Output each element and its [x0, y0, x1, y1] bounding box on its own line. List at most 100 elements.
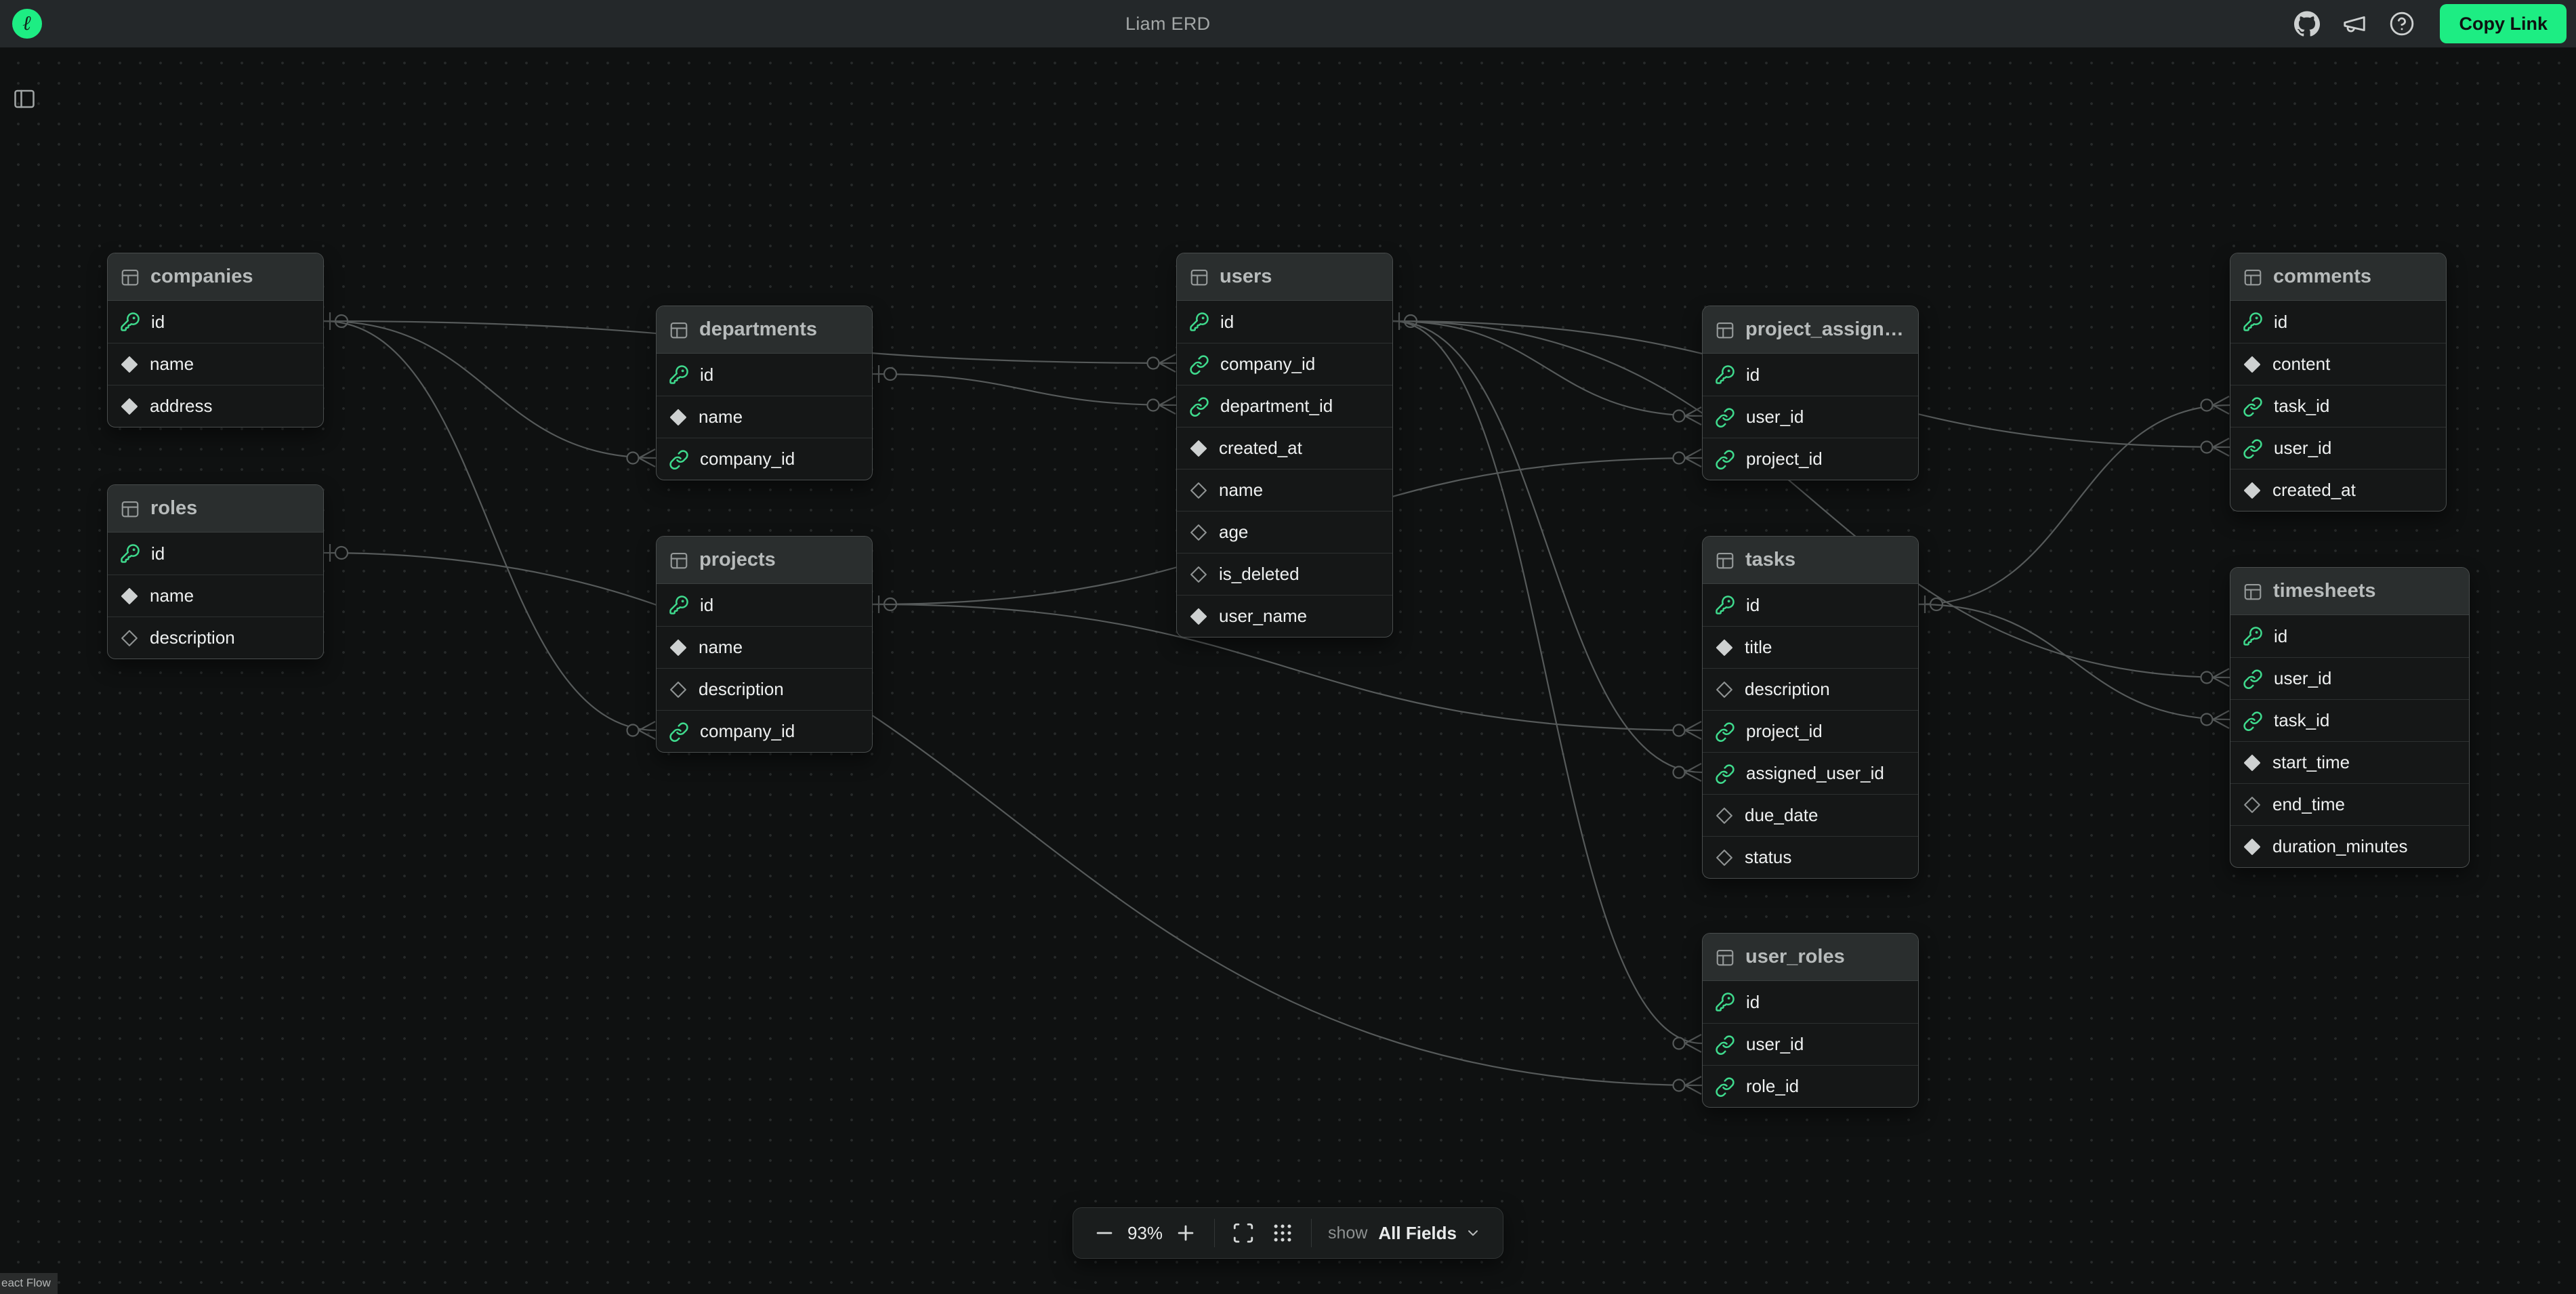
tidy-up-icon[interactable]: [1268, 1218, 1297, 1248]
field-row-name[interactable]: name: [657, 396, 872, 438]
field-row-description[interactable]: description: [108, 617, 323, 659]
field-name: status: [1745, 847, 1791, 868]
field-row-id[interactable]: id: [1703, 354, 1918, 396]
toolbar-divider: [1214, 1219, 1215, 1247]
field-row-company_id[interactable]: company_id: [1177, 343, 1392, 385]
field-row-task_id[interactable]: task_id: [2230, 385, 2446, 427]
field-row-created_at[interactable]: created_at: [1177, 427, 1392, 469]
table-header[interactable]: project_assignme…: [1703, 306, 1918, 354]
table-node-user_roles[interactable]: user_rolesiduser_id role_id: [1702, 933, 1919, 1108]
field-name: company_id: [700, 448, 795, 469]
field-row-department_id[interactable]: department_id: [1177, 385, 1392, 427]
field-row-project_id[interactable]: project_id: [1703, 438, 1918, 480]
field-row-id[interactable]: id: [1703, 981, 1918, 1023]
field-row-role_id[interactable]: role_id: [1703, 1065, 1918, 1107]
field-row-id[interactable]: id: [2230, 615, 2469, 657]
field-row-company_id[interactable]: company_id: [657, 438, 872, 480]
field-name: end_time: [2272, 794, 2345, 815]
link-icon: [1189, 396, 1209, 417]
table-header[interactable]: comments: [2230, 253, 2446, 301]
diamond-filled-icon: [2243, 481, 2262, 500]
table-node-comments[interactable]: commentsidcontenttask_iduser_idcreated_a…: [2230, 253, 2447, 512]
table-node-departments[interactable]: departmentsid name company_id: [656, 306, 873, 480]
field-row-user_id[interactable]: user_id: [2230, 427, 2446, 469]
diamond-outline-icon: [1715, 806, 1734, 825]
table-header[interactable]: users: [1177, 253, 1392, 301]
field-row-end_time[interactable]: end_time: [2230, 783, 2469, 825]
field-row-duration_minutes[interactable]: duration_minutes: [2230, 825, 2469, 867]
link-icon: [2243, 438, 2263, 459]
field-row-id[interactable]: id: [657, 584, 872, 626]
field-row-created_at[interactable]: created_at: [2230, 469, 2446, 511]
copy-link-button[interactable]: Copy Link: [2440, 4, 2567, 43]
table-node-timesheets[interactable]: timesheetsiduser_idtask_idstart_time end_…: [2230, 567, 2470, 868]
field-name: assigned_user_id: [1746, 763, 1884, 784]
field-row-address[interactable]: address: [108, 385, 323, 427]
erd-canvas-background[interactable]: [0, 47, 2576, 1294]
field-row-title[interactable]: title: [1703, 626, 1918, 668]
link-icon: [1715, 722, 1735, 742]
sidebar-toggle-icon[interactable]: [12, 87, 37, 114]
table-header[interactable]: timesheets: [2230, 568, 2469, 615]
table-node-tasks[interactable]: tasks idtitle description project_idassigne…: [1702, 536, 1919, 879]
field-row-age[interactable]: age: [1177, 511, 1392, 553]
table-node-projects[interactable]: projectsidnamedescriptioncompany_id: [656, 536, 873, 753]
table-header[interactable]: tasks: [1703, 537, 1918, 584]
table-node-roles[interactable]: roles id name description: [107, 484, 324, 659]
field-row-description[interactable]: description: [1703, 668, 1918, 710]
fit-view-icon[interactable]: [1228, 1218, 1258, 1248]
field-row-user_name[interactable]: user_name: [1177, 595, 1392, 637]
table-header[interactable]: roles: [108, 485, 323, 533]
help-icon[interactable]: [2388, 10, 2415, 37]
table-node-users[interactable]: usersidcompany_iddepartment_id created_at…: [1176, 253, 1393, 638]
field-row-id[interactable]: id: [2230, 301, 2446, 343]
link-icon: [669, 722, 689, 742]
field-row-id[interactable]: id: [1177, 301, 1392, 343]
table-name: roles: [150, 497, 197, 520]
field-row-user_id[interactable]: user_id: [1703, 396, 1918, 438]
field-name: role_id: [1746, 1076, 1799, 1097]
field-row-due_date[interactable]: due_date: [1703, 794, 1918, 836]
attribution-link[interactable]: eact Flow: [0, 1273, 58, 1294]
field-row-assigned_user_id[interactable]: assigned_user_id: [1703, 752, 1918, 794]
field-name: created_at: [1219, 438, 1302, 459]
field-row-id[interactable]: id: [108, 301, 323, 343]
field-filter-dropdown[interactable]: All Fields: [1373, 1219, 1487, 1248]
table-node-companies[interactable]: companiesidnameaddress: [107, 253, 324, 427]
field-name: id: [151, 543, 165, 564]
zoom-out-icon[interactable]: [1089, 1218, 1119, 1248]
github-icon[interactable]: [2293, 10, 2321, 37]
field-row-name[interactable]: name: [1177, 469, 1392, 511]
canvas-toolbar: 93% show All Fields: [1073, 1207, 1503, 1259]
table-header[interactable]: companies: [108, 253, 323, 301]
field-name: description: [1745, 679, 1830, 700]
field-row-status[interactable]: status: [1703, 836, 1918, 878]
field-row-id[interactable]: id: [657, 354, 872, 396]
field-row-is_deleted[interactable]: is_deleted: [1177, 553, 1392, 595]
field-row-id[interactable]: id: [108, 533, 323, 575]
table-header[interactable]: user_roles: [1703, 934, 1918, 981]
table-header[interactable]: projects: [657, 537, 872, 584]
field-row-task_id[interactable]: task_id: [2230, 699, 2469, 741]
field-row-id[interactable]: id: [1703, 584, 1918, 626]
field-name: description: [150, 627, 235, 648]
field-row-content[interactable]: content: [2230, 343, 2446, 385]
zoom-in-icon[interactable]: [1171, 1218, 1201, 1248]
field-row-name[interactable]: name: [108, 575, 323, 617]
field-name: name: [699, 406, 743, 427]
table-header[interactable]: departments: [657, 306, 872, 354]
megaphone-icon[interactable]: [2341, 10, 2368, 37]
table-name: tasks: [1745, 549, 1795, 571]
field-row-description[interactable]: description: [657, 668, 872, 710]
field-row-project_id[interactable]: project_id: [1703, 710, 1918, 752]
field-row-user_id[interactable]: user_id: [2230, 657, 2469, 699]
field-row-name[interactable]: name: [108, 343, 323, 385]
table-node-project_assignments[interactable]: project_assignme…iduser_idproject_id: [1702, 306, 1919, 480]
liam-logo-icon[interactable]: ℓ: [12, 9, 42, 39]
field-row-name[interactable]: name: [657, 626, 872, 668]
field-row-company_id[interactable]: company_id: [657, 710, 872, 752]
field-row-start_time[interactable]: start_time: [2230, 741, 2469, 783]
field-row-user_id[interactable]: user_id: [1703, 1023, 1918, 1065]
table-icon: [1715, 550, 1735, 570]
link-icon: [1715, 407, 1735, 427]
